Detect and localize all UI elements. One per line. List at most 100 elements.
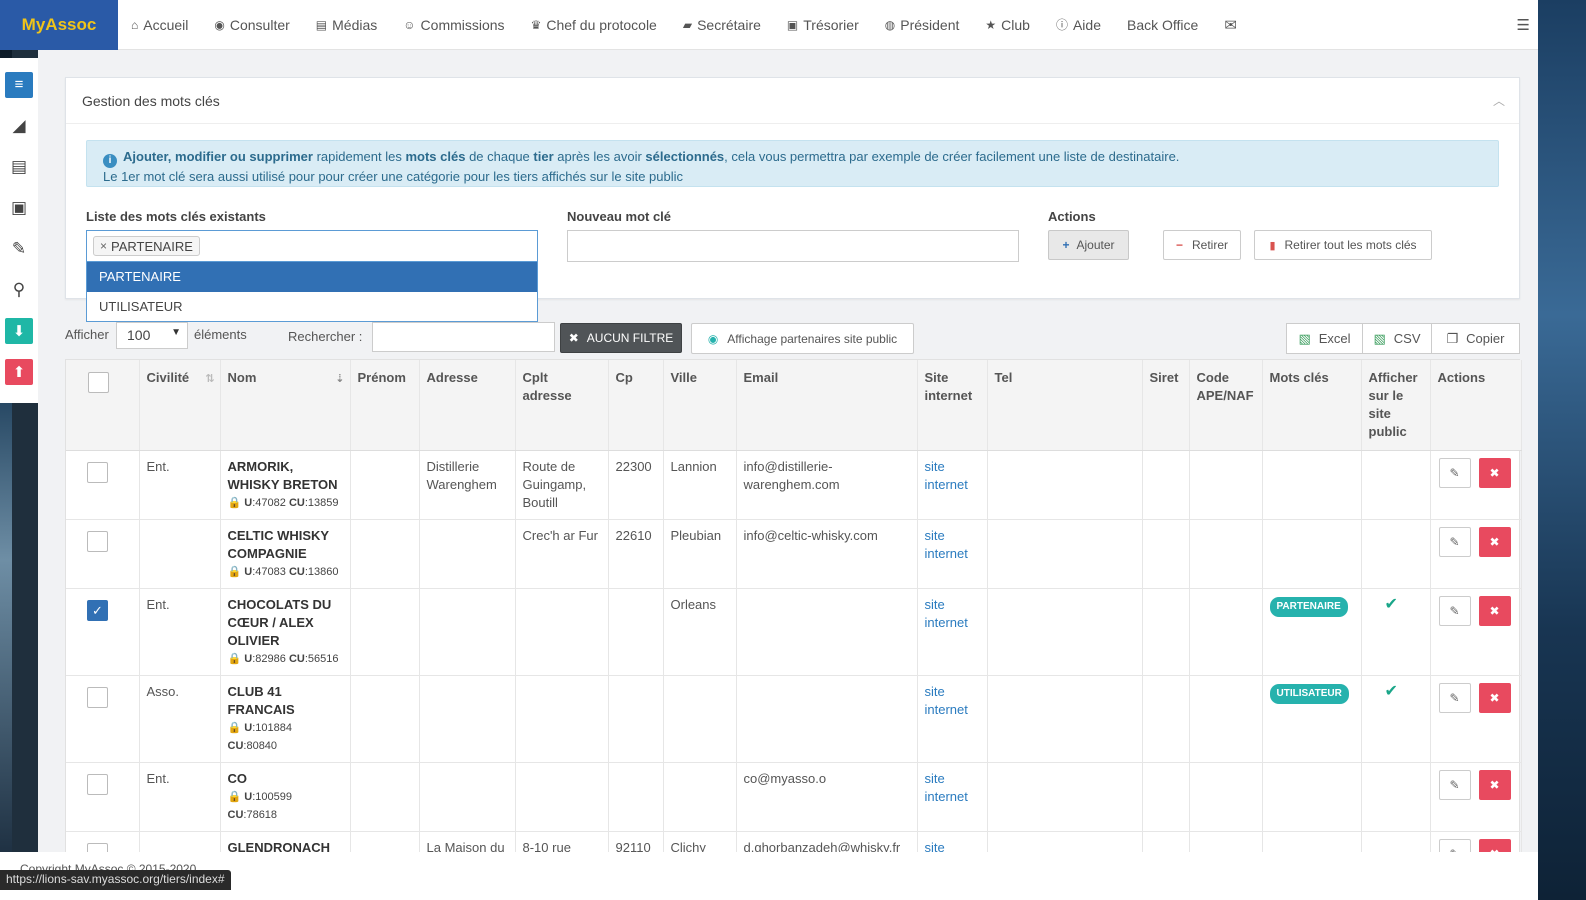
row-checkbox[interactable]	[87, 843, 108, 852]
sidebar-item-charts[interactable]: ◢	[0, 105, 38, 146]
nav-item-chef-du-protocole[interactable]: ♛ Chef du protocole	[518, 0, 670, 50]
sidebar-item-download[interactable]: ⬇	[0, 310, 38, 351]
edit-button[interactable]: ✎	[1438, 596, 1471, 626]
cell-nom[interactable]: ARMORIK, WHISKY BRETON 🔒 U:47082 CU:13859	[220, 450, 351, 520]
delete-button[interactable]: ✖	[1478, 527, 1511, 557]
envelope-icon: ✉	[1224, 16, 1237, 34]
collapse-chevron-icon[interactable]: ︿	[1493, 92, 1505, 109]
edit-button[interactable]: ✎	[1438, 458, 1471, 488]
row-checkbox[interactable]	[87, 531, 108, 552]
remove-all-keywords-button[interactable]: ▮ Retirer tout les mots clés	[1254, 230, 1432, 260]
cell-cp: 22300	[608, 450, 664, 520]
sidebar-item-map[interactable]: ⚲	[0, 269, 38, 310]
header-nom[interactable]: Nom ⇣	[220, 360, 351, 451]
edit-button[interactable]: ✎	[1438, 527, 1471, 557]
cell-nom[interactable]: CELTIC WHISKY COMPAGNIE 🔒 U:47083 CU:1386…	[220, 519, 351, 589]
nav-item-messages[interactable]: ✉	[1211, 0, 1255, 50]
tier-ids: 🔒 U:82986 CU:56516	[227, 653, 339, 665]
copy-button[interactable]: ❐ Copier	[1431, 323, 1520, 354]
row-checkbox[interactable]	[87, 462, 108, 483]
header-civilite[interactable]: Civilité ⇅	[139, 360, 221, 451]
dropdown-option-utilisateur[interactable]: UTILISATEUR	[87, 292, 537, 322]
header-code-ape[interactable]: Code APE/NAF	[1189, 360, 1263, 451]
cell-cp: 22610	[608, 519, 664, 589]
site-internet-link[interactable]: site internet	[925, 528, 968, 561]
nav-item-tr-sorier[interactable]: ▣ Trésorier	[774, 0, 872, 50]
cell-nom[interactable]: CLUB 41 FRANCAIS 🔒 U:101884 CU:80840	[220, 675, 351, 763]
header-afficher-public[interactable]: Afficher sur le site public	[1361, 360, 1431, 451]
edit-icon: ✎	[1449, 535, 1460, 549]
cell-nom[interactable]: GLENDRONACH🔒 U:46163 CU:13878	[220, 831, 351, 852]
row-checkbox[interactable]: ✓	[87, 600, 108, 621]
nav-item-m-dias[interactable]: ▤ Médias	[303, 0, 390, 50]
delete-button[interactable]: ✖	[1478, 770, 1511, 800]
cell-site: site internet	[917, 588, 988, 676]
cell-select	[66, 831, 140, 852]
delete-button[interactable]: ✖	[1478, 596, 1511, 626]
delete-button[interactable]: ✖	[1478, 839, 1511, 852]
public-partners-button[interactable]: ◉ Affichage partenaires site public	[691, 323, 914, 354]
header-email[interactable]: Email	[736, 360, 918, 451]
cell-civilite: Ent.	[139, 588, 221, 676]
header-ville[interactable]: Ville	[663, 360, 737, 451]
nav-item-secr-taire[interactable]: ▰ Secrétaire	[670, 0, 774, 50]
remove-keyword-button[interactable]: − Retirer	[1163, 230, 1241, 260]
edit-button[interactable]: ✎	[1438, 770, 1471, 800]
nav-label: Trésorier	[803, 16, 859, 33]
search-input[interactable]	[372, 322, 555, 352]
no-filter-button[interactable]: ✖ AUCUN FILTRE	[560, 323, 682, 353]
eye-icon: ◉	[214, 17, 225, 32]
sidebar-toggle[interactable]: ≡	[0, 64, 38, 105]
add-keyword-button[interactable]: + Ajouter	[1048, 230, 1129, 260]
cell-nom[interactable]: CHOCOLATS DU CŒUR / ALEX OLIVIER 🔒 U:8298…	[220, 588, 351, 676]
select-all-checkbox[interactable]	[88, 372, 109, 393]
header-cp[interactable]: Cp	[608, 360, 664, 451]
sidebar-item-documents[interactable]: ▤	[0, 146, 38, 187]
site-internet-link[interactable]: site internet	[925, 684, 968, 717]
sidebar-item-money[interactable]: ▣	[0, 187, 38, 228]
edit-button[interactable]: ✎	[1438, 683, 1471, 713]
site-internet-link[interactable]: site internet	[925, 597, 968, 630]
cell-nom[interactable]: CO 🔒 U:100599 CU:78618	[220, 762, 351, 832]
delete-button[interactable]: ✖	[1478, 458, 1511, 488]
table-row: Ent. CO 🔒 U:100599 CU:78618 co@myasso.o site…	[66, 762, 1522, 832]
sidebar-item-tools[interactable]: ✎	[0, 228, 38, 269]
nav-item-club[interactable]: ★ Club	[972, 0, 1043, 50]
excel-export-button[interactable]: ▧ Excel	[1286, 323, 1363, 354]
selected-keyword-chip[interactable]: × PARTENAIRE	[93, 236, 200, 256]
header-mots-cles[interactable]: Mots clés	[1262, 360, 1362, 451]
cell-code-ape	[1189, 588, 1263, 676]
header-siret[interactable]: Siret	[1142, 360, 1190, 451]
existing-keywords-select[interactable]: × PARTENAIRE	[86, 230, 538, 262]
menu-toggle-icon[interactable]: ☰	[1517, 16, 1530, 34]
nav-item-pr-sident[interactable]: ◍ Président	[872, 0, 973, 50]
row-checkbox[interactable]	[87, 774, 108, 795]
csv-export-button[interactable]: ▧ CSV	[1362, 323, 1432, 354]
site-internet-link[interactable]: site internet	[925, 771, 968, 804]
nav-item-commissions[interactable]: ☺ Commissions	[390, 0, 517, 50]
site-internet-link[interactable]: site internet	[925, 459, 968, 492]
tier-ids: 🔒 U:47083 CU:13860	[227, 566, 339, 578]
header-site-internet[interactable]: Site internet	[917, 360, 988, 451]
dropdown-option-partenaire[interactable]: PARTENAIRE	[87, 262, 537, 292]
new-keyword-input[interactable]	[567, 230, 1019, 262]
nav-item-aide[interactable]: ⓘ Aide	[1043, 0, 1114, 50]
header-prenom[interactable]: Prénom	[350, 360, 420, 451]
page-length-select[interactable]: 100 ▼	[116, 322, 188, 349]
nav-item-consulter[interactable]: ◉ Consulter	[201, 0, 302, 50]
sidebar-item-upload[interactable]: ⬆	[0, 351, 38, 392]
header-tel[interactable]: Tel	[987, 360, 1143, 451]
site-internet-link[interactable]: site internet	[925, 840, 968, 852]
cell-actions: ✎✖	[1430, 519, 1522, 589]
header-adresse[interactable]: Adresse	[419, 360, 516, 451]
edit-button[interactable]: ✎	[1438, 839, 1471, 852]
cell-cp	[608, 588, 664, 676]
nav-item-accueil[interactable]: ⌂ Accueil	[118, 0, 201, 50]
cell-select: ✓	[66, 588, 140, 676]
delete-button[interactable]: ✖	[1478, 683, 1511, 713]
header-cplt-adresse[interactable]: Cplt adresse	[515, 360, 609, 451]
row-checkbox[interactable]	[87, 687, 108, 708]
remove-chip-icon[interactable]: ×	[100, 239, 107, 253]
brand-logo[interactable]: MyAssoc	[0, 0, 118, 50]
nav-item-back-office[interactable]: Back Office	[1114, 0, 1211, 50]
